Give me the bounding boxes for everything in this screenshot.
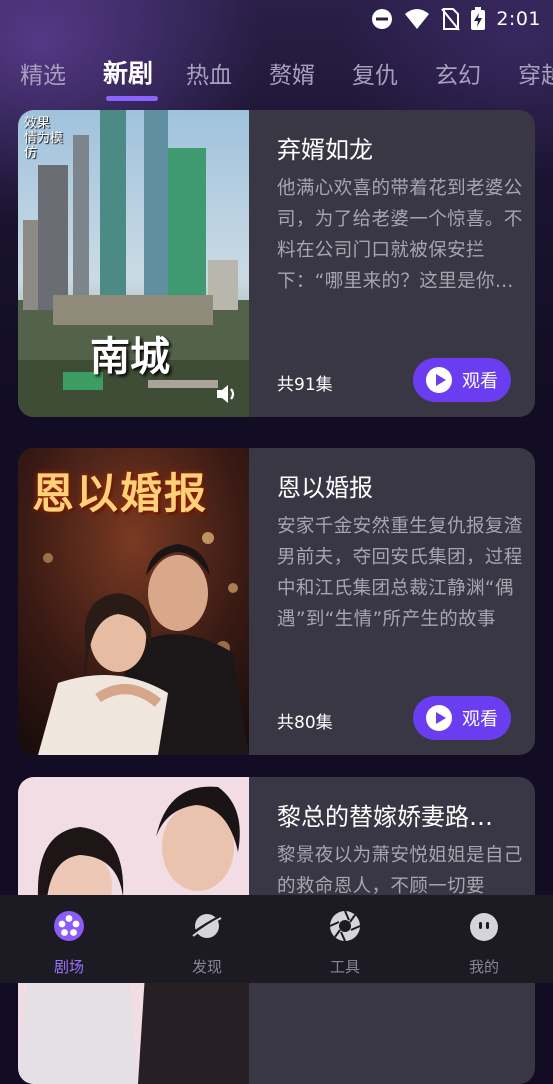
category-tabs: 精选 新剧 热血 赘婿 复仇 玄幻 穿越: [0, 52, 553, 104]
nav-label: 发现: [191, 958, 222, 976]
drama-description: 他满心欢喜的带着花到老婆公司，为了给老婆一个惊喜。不料在公司门口就被保安拦下：“…: [277, 178, 523, 292]
card-body: 弃婿如龙 他满心欢喜的带着花到老婆公司，为了给老婆一个惊喜。不料在公司门口就被保…: [277, 110, 522, 417]
film-reel-icon: [54, 911, 84, 941]
nav-discover[interactable]: 发现: [167, 909, 247, 977]
play-icon: [426, 367, 452, 393]
clock: 2:01: [496, 8, 541, 30]
tab-xinju[interactable]: 新剧: [103, 54, 153, 90]
active-tab-indicator: [106, 96, 158, 101]
battery-charging-icon: [471, 7, 486, 30]
drama-title[interactable]: 弃婿如龙: [277, 130, 522, 165]
drama-card[interactable]: 南城 效果 情为模仿 弃婿如龙 他满心欢喜的带着花到老婆公司，为了给老婆一个惊喜…: [18, 110, 535, 417]
drama-poster[interactable]: 恩以婚报: [18, 448, 249, 755]
watch-button-label: 观看: [462, 709, 498, 730]
watch-button[interactable]: 观看: [413, 696, 511, 740]
volume-icon[interactable]: [214, 381, 240, 407]
bottom-navigation: 剧场 发现 工具 我的: [0, 895, 553, 983]
do-not-disturb-icon: [372, 9, 393, 29]
poster-title-text: 南城: [90, 333, 170, 380]
poster-watermark: 效果 情为模仿: [24, 116, 64, 161]
play-icon: [426, 705, 452, 731]
tab-xuanhuan[interactable]: 玄幻: [435, 56, 481, 90]
watch-button[interactable]: 观看: [413, 358, 511, 402]
card-body: 恩以婚报 安家千金安然重生复仇报复渣男前夫，夺回安氏集团，过程中和江氏集团总裁江…: [277, 448, 522, 755]
nav-tools[interactable]: 工具: [305, 909, 385, 977]
poster-title-text: 恩以婚报: [32, 469, 209, 518]
watch-button-label: 观看: [462, 371, 498, 392]
nav-theater[interactable]: 剧场: [29, 909, 109, 977]
nav-mine[interactable]: 我的: [444, 909, 524, 977]
no-sim-icon: [441, 8, 461, 31]
drama-poster[interactable]: 南城 效果 情为模仿: [18, 110, 249, 417]
drama-card[interactable]: 恩以婚报 恩以婚报 安家千金安然重生复仇报复渣男前夫，夺回安氏集团，过程中和江氏…: [18, 448, 535, 755]
drama-description: 安家千金安然重生复仇报复渣男前夫，夺回安氏集团，过程中和江氏集团总裁江静渊“偶遇…: [277, 516, 523, 630]
aperture-icon: [329, 910, 361, 942]
nav-label: 剧场: [53, 958, 84, 976]
episode-count: 共80集: [277, 713, 333, 733]
profile-face-icon: [470, 913, 498, 941]
drama-description: 黎景夜以为萧安悦姐姐是自己的救命恩人，不顾一切要: [277, 845, 523, 897]
planet-icon: [191, 914, 223, 938]
drama-title[interactable]: 恩以婚报: [277, 468, 522, 503]
status-bar: 2:01: [0, 0, 553, 38]
tab-zhuixu[interactable]: 赘婿: [269, 56, 315, 90]
tab-chuanyue[interactable]: 穿越: [518, 56, 553, 90]
nav-label: 工具: [329, 958, 360, 976]
episode-count: 共91集: [277, 375, 333, 395]
nav-label: 我的: [468, 958, 499, 976]
wifi-icon: [405, 9, 430, 29]
status-icons: 2:01: [370, 7, 541, 31]
tab-fuchou[interactable]: 复仇: [352, 56, 398, 90]
drama-title[interactable]: 黎总的替嫁娇妻路…: [277, 797, 522, 832]
tab-jingxuan[interactable]: 精选: [20, 56, 66, 90]
tab-rexue[interactable]: 热血: [186, 56, 232, 90]
